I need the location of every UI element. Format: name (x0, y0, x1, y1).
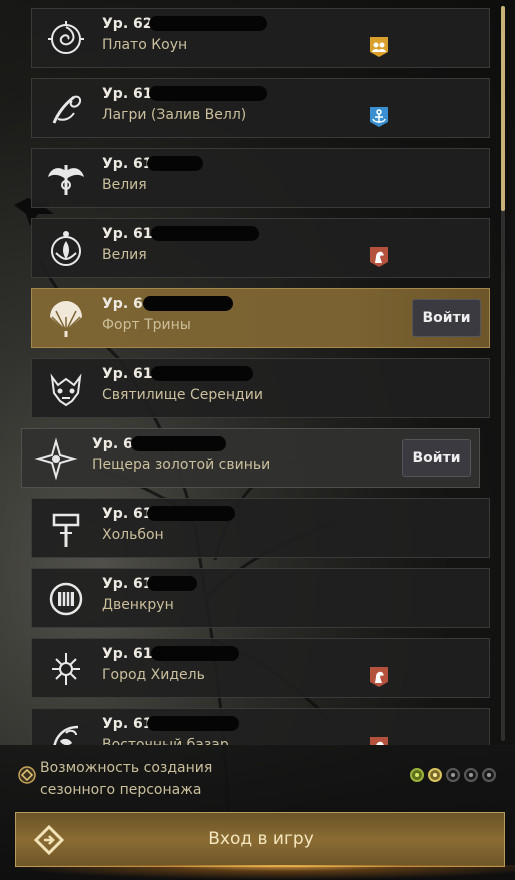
season-text-line2: сезонного персонажа (40, 782, 202, 798)
character-level: Ур. 61 (102, 646, 153, 662)
character-card[interactable]: Ур. 61 Лагри (Залив Велл) (31, 78, 490, 138)
season-character-info: Возможность создания сезонного персонажа (40, 757, 212, 801)
character-card[interactable]: Ур. 62 Плато Коун (31, 8, 490, 68)
character-card[interactable]: Ур. 61 Святилище Серендии (31, 358, 490, 418)
character-card[interactable]: Ур. 64 Форт Трины Войти (31, 288, 490, 348)
hammer-icon (44, 507, 88, 551)
character-level: Ур. 61 (102, 366, 153, 382)
season-progress-dot (464, 768, 478, 782)
character-location: Город Хидель (102, 667, 205, 683)
redacted-character-name (151, 646, 239, 661)
redacted-character-name (147, 576, 197, 591)
season-progress-dot (446, 768, 460, 782)
character-level: Ур. 61 (102, 156, 153, 172)
serpent-scythe-icon (44, 87, 88, 131)
party-badge-icon (370, 37, 388, 57)
character-card[interactable]: Ур. 61 Город Хидель (31, 638, 490, 698)
character-card[interactable]: Ур. 61 Велия (31, 218, 490, 278)
character-level: Ур. 61 (102, 716, 153, 732)
redacted-character-name (149, 16, 267, 31)
button-glow (0, 865, 515, 880)
character-level: Ур. 61 (102, 86, 153, 102)
winged-crest-icon (44, 157, 88, 201)
redacted-character-name (147, 716, 239, 731)
character-card[interactable]: Ур. 61 Пещера золотой свиньи Войти (21, 428, 480, 488)
horse-badge-icon (370, 667, 388, 687)
season-progress-dots (410, 768, 496, 782)
character-location: Пещера золотой свиньи (92, 457, 271, 473)
enter-character-button[interactable]: Войти (402, 439, 471, 477)
character-location: Лагри (Залив Велл) (102, 107, 247, 123)
season-diamond-icon (18, 766, 36, 784)
character-location: Форт Трины (102, 317, 191, 333)
character-level: Ур. 61 (102, 576, 153, 592)
redacted-character-name (149, 86, 267, 101)
character-location: Велия (102, 177, 147, 193)
character-location: Велия (102, 247, 147, 263)
redacted-character-name (151, 366, 253, 381)
character-level: Ур. 61 (102, 506, 153, 522)
redacted-character-name (147, 506, 235, 521)
season-progress-dot (428, 768, 442, 782)
character-card[interactable]: Ур. 61 Двенкрун (31, 568, 490, 628)
character-location: Святилище Серендии (102, 387, 263, 403)
scrollbar-thumb[interactable] (501, 6, 505, 211)
vine-crest-icon (44, 717, 88, 745)
dragon-mask-icon (44, 367, 88, 411)
horse-badge-icon (370, 247, 388, 267)
enter-game-label: Вход в игру (208, 829, 314, 849)
redacted-character-name (151, 226, 259, 241)
season-text-line1: Возможность создания (40, 760, 213, 776)
enter-game-button[interactable]: Вход в игру (15, 812, 505, 867)
round-shield-icon (44, 577, 88, 621)
season-progress-dot (482, 768, 496, 782)
lotus-orb-icon (44, 227, 88, 271)
character-list[interactable]: Ур. 62 Плато Коун Ур. 61 Лагри (Залив Велл)… (0, 0, 515, 745)
character-card[interactable]: Ур. 61 Хольбон (31, 498, 490, 558)
spiral-flower-icon (44, 17, 88, 61)
shuriken-icon (34, 437, 78, 481)
character-card[interactable]: Ур. 61 Велия (31, 148, 490, 208)
redacted-character-name (131, 436, 226, 451)
character-location: Плато Коун (102, 37, 188, 53)
character-location: Восточный базар (102, 737, 229, 745)
character-card[interactable]: Ур. 61 Восточный базар (31, 708, 490, 745)
anchor-badge-icon (370, 107, 388, 127)
season-progress-dot (410, 768, 424, 782)
star-sigil-icon (44, 647, 88, 691)
horse-badge-icon (370, 737, 388, 745)
character-level: Ур. 61 (102, 226, 153, 242)
redacted-character-name (147, 156, 203, 171)
character-location: Двенкрун (102, 597, 174, 613)
character-level: Ур. 62 (102, 16, 153, 32)
fan-icon (44, 297, 88, 341)
redacted-character-name (143, 296, 233, 311)
enter-character-button[interactable]: Войти (412, 299, 481, 337)
character-location: Хольбон (102, 527, 164, 543)
